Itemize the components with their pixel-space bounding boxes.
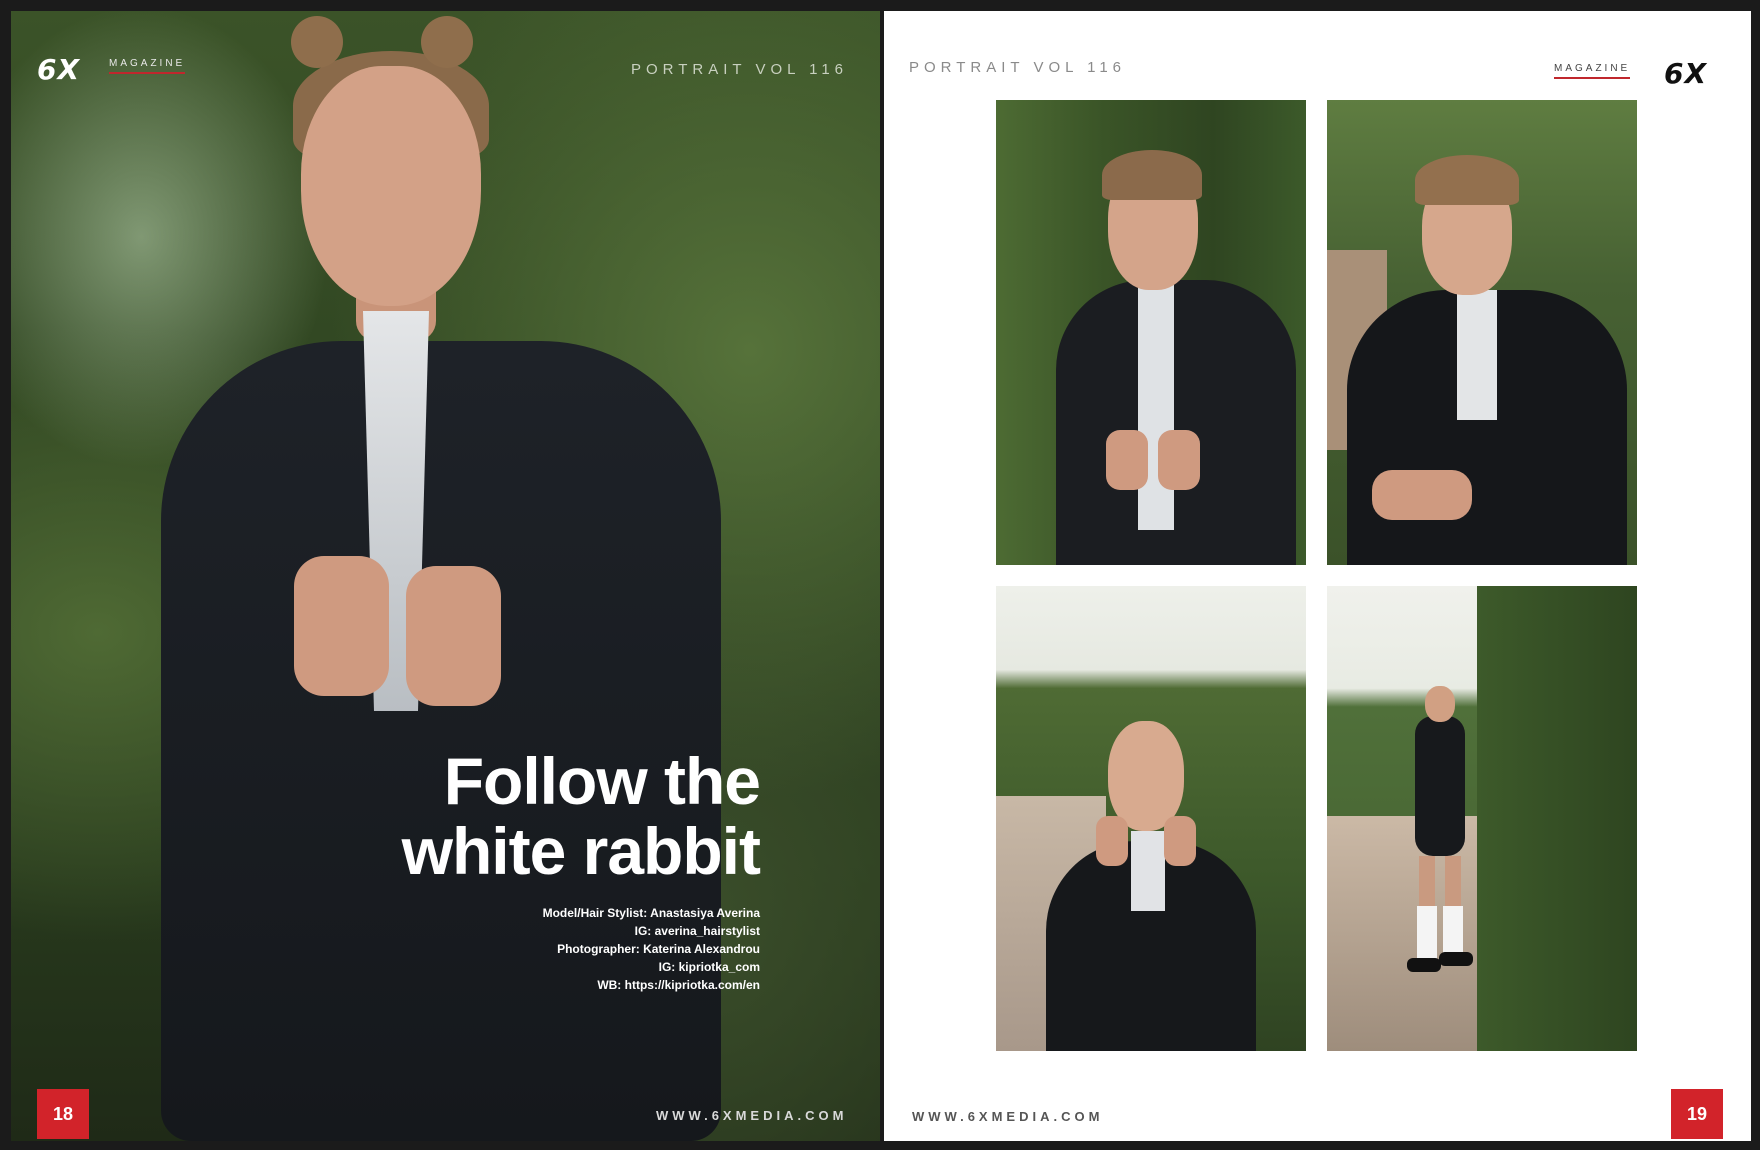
hair-bun-right: [421, 16, 473, 68]
article-title: Follow the white rabbit: [401, 744, 761, 888]
credit-line: Model/Hair Stylist: Anastasiya Averina: [542, 906, 760, 920]
photo-2: [1327, 100, 1637, 565]
brand-logo: 6X: [1664, 57, 1708, 90]
photo-1: [996, 100, 1306, 565]
running-head: PORTRAIT VOL 116: [909, 59, 1126, 76]
running-head: PORTRAIT VOL 116: [631, 61, 848, 78]
left-page: 6X MAGAZINE PORTRAIT VOL 116 Follow the …: [11, 11, 880, 1141]
title-line-2: white rabbit: [401, 814, 761, 888]
credits-block: Model/Hair Stylist: Anastasiya Averina I…: [543, 904, 760, 994]
credit-line: IG: averina_hairstylist: [634, 924, 760, 938]
page-number: 19: [1671, 1089, 1723, 1139]
credit-line: WB: https://kipriotka.com/en: [597, 978, 760, 992]
credit-line: IG: kipriotka_com: [658, 960, 760, 974]
model-face: [301, 66, 481, 306]
brand-logo: 6X: [37, 53, 81, 86]
brand-sub-label: MAGAZINE: [1554, 63, 1631, 79]
model-jacket: [161, 341, 721, 1141]
photo-4: [1327, 586, 1637, 1051]
footer-url[interactable]: WWW.6XMEDIA.COM: [912, 1109, 1103, 1124]
title-line-1: Follow the: [443, 744, 761, 818]
footer-url[interactable]: WWW.6XMEDIA.COM: [656, 1108, 847, 1123]
model-hand-right: [406, 566, 501, 706]
credit-line: Photographer: Katerina Alexandrou: [557, 942, 760, 956]
hair-bun-left: [291, 16, 343, 68]
brand-sub-label: MAGAZINE: [109, 58, 186, 74]
model-hand-left: [294, 556, 389, 696]
page-number: 18: [37, 1089, 89, 1139]
photo-3: [996, 586, 1306, 1051]
right-page: PORTRAIT VOL 116 MAGAZINE 6X WWW.6XMEDIA…: [884, 11, 1751, 1141]
